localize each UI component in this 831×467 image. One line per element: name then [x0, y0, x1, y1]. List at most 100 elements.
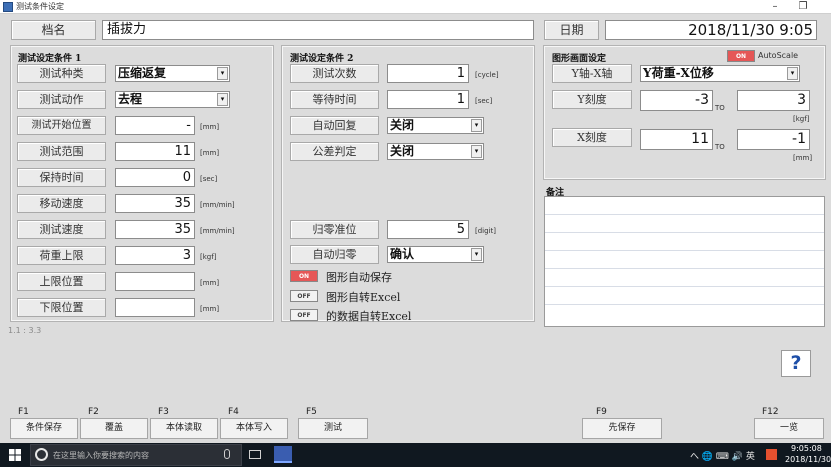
axis-value: Y荷重-X位移: [643, 66, 714, 80]
windows-start-icon[interactable]: [9, 449, 21, 461]
move-speed-input[interactable]: 35: [115, 194, 195, 213]
taskbar-search-box[interactable]: 在这里输入你要搜索的内容: [30, 444, 242, 466]
x-scale-to-input[interactable]: -1: [737, 129, 810, 150]
test-speed-input[interactable]: 35: [115, 220, 195, 239]
notes-rule: [545, 304, 824, 305]
wait-time-unit: [sec]: [475, 97, 493, 105]
minimize-button[interactable]: –: [762, 0, 788, 13]
test-count-input[interactable]: 1: [387, 64, 469, 83]
cond2-label-zero-level: 归零准位: [290, 220, 379, 239]
test-action-value: 去程: [118, 92, 143, 106]
cond2-label-auto-zero: 自动归零: [290, 245, 379, 264]
x-scale-to-label: TO: [715, 143, 725, 151]
cond1-label-upper-position: 上限位置: [17, 272, 106, 291]
graph-to-excel-toggle[interactable]: OFF: [290, 290, 318, 302]
overwrite-button[interactable]: 覆盖: [80, 418, 148, 439]
auto-save-graph-toggle[interactable]: ON: [290, 270, 318, 282]
x-scale-unit: [mm]: [793, 154, 813, 162]
microphone-icon[interactable]: [224, 449, 230, 459]
save-conditions-button[interactable]: 条件保存: [10, 418, 78, 439]
y-scale-unit: [kgf]: [793, 115, 810, 123]
notes-rule: [545, 214, 824, 215]
chevron-down-icon[interactable]: ▾: [471, 145, 482, 158]
cond1-title: 测试设定条件 1: [18, 54, 82, 64]
cond1-label-test-type: 测试种类: [17, 64, 106, 83]
autoscale-label: AutoScale: [758, 51, 799, 60]
version-label: 1.1 : 3.3: [8, 326, 42, 335]
cond1-label-load-limit: 荷重上限: [17, 246, 106, 265]
write-device-button[interactable]: 本体写入: [220, 418, 288, 439]
help-button[interactable]: ?: [781, 350, 811, 377]
test-action-select[interactable]: 去程 ▾: [115, 91, 230, 108]
notes-rule: [545, 268, 824, 269]
chevron-down-icon[interactable]: ▾: [217, 67, 228, 80]
window-titlebar: 测试条件设定 – ❐: [0, 0, 831, 14]
tolerance-value: 关闭: [390, 144, 415, 158]
cond1-label-test-range: 测试范围: [17, 142, 106, 161]
auto-return-select[interactable]: 关闭 ▾: [387, 117, 484, 134]
upper-position-input[interactable]: [115, 272, 195, 291]
test-type-select[interactable]: 压缩返复 ▾: [115, 65, 230, 82]
test-range-input[interactable]: 11: [115, 142, 195, 161]
cond1-label-lower-position: 下限位置: [17, 298, 106, 317]
lower-position-unit: [mm]: [200, 305, 220, 313]
app-taskbar-icon[interactable]: [274, 446, 292, 463]
data-to-excel-label: 的数据自转Excel: [326, 310, 412, 323]
cond2-label-test-count: 测试次数: [290, 64, 379, 83]
fkey-f5: F5: [306, 407, 317, 417]
x-scale-label: X刻度: [552, 128, 632, 147]
fkey-f4: F4: [228, 407, 239, 417]
cond1-label-move-speed: 移动速度: [17, 194, 106, 213]
list-button[interactable]: 一览: [754, 418, 824, 439]
hold-time-input[interactable]: 0: [115, 168, 195, 187]
lower-position-input[interactable]: [115, 298, 195, 317]
app-icon: [3, 2, 13, 12]
fkey-f12: F12: [762, 407, 779, 417]
start-position-unit: [mm]: [200, 123, 220, 131]
name-input[interactable]: 插拔力: [102, 20, 534, 40]
wait-time-input[interactable]: 1: [387, 90, 469, 109]
y-scale-to-label: TO: [715, 104, 725, 112]
cond1-label-test-action: 测试动作: [17, 90, 106, 109]
cortana-icon: [35, 448, 48, 461]
fkey-f1: F1: [18, 407, 29, 417]
autoscale-toggle[interactable]: ON: [727, 50, 755, 62]
test-range-unit: [mm]: [200, 149, 220, 157]
pre-save-button[interactable]: 先保存: [582, 418, 662, 439]
axis-label: Y轴-X轴: [552, 64, 632, 83]
test-button[interactable]: 测试: [298, 418, 368, 439]
auto-zero-select[interactable]: 确认 ▾: [387, 246, 484, 263]
graph-title: 图形画面设定: [552, 54, 607, 64]
task-view-icon[interactable]: [249, 450, 261, 459]
y-scale-label: Y刻度: [552, 90, 632, 109]
auto-zero-value: 确认: [390, 247, 415, 261]
chevron-down-icon[interactable]: ▾: [217, 93, 228, 106]
load-limit-input[interactable]: 3: [115, 246, 195, 265]
y-scale-to-input[interactable]: 3: [737, 90, 810, 111]
notes-textarea[interactable]: [544, 196, 825, 327]
notes-rule: [545, 250, 824, 251]
cond2-label-tolerance: 公差判定: [290, 142, 379, 161]
date-field: 2018/11/30 9:05: [605, 20, 817, 40]
y-scale-from-input[interactable]: -3: [640, 90, 713, 111]
x-scale-from-input[interactable]: 11: [640, 129, 713, 150]
cond2-title: 测试设定条件 2: [290, 54, 354, 64]
tolerance-select[interactable]: 关闭 ▾: [387, 143, 484, 160]
axis-select[interactable]: Y荷重-X位移 ▾: [640, 65, 800, 82]
chevron-down-icon[interactable]: ▾: [787, 67, 798, 80]
data-to-excel-toggle[interactable]: OFF: [290, 309, 318, 321]
test-conditions-2-panel: [281, 45, 535, 322]
chevron-down-icon[interactable]: ▾: [471, 248, 482, 261]
chevron-down-icon[interactable]: ▾: [471, 119, 482, 132]
name-label: 档名: [11, 20, 96, 40]
hold-time-unit: [sec]: [200, 175, 218, 183]
taskbar-search-placeholder: 在这里输入你要搜索的内容: [53, 451, 149, 460]
system-tray-icons[interactable]: へ 🌐 ⌨ 🔊 英: [690, 449, 755, 462]
zero-level-input[interactable]: 5: [387, 220, 469, 239]
notes-rule: [545, 286, 824, 287]
restore-button[interactable]: ❐: [790, 0, 816, 13]
start-position-input[interactable]: -: [115, 116, 195, 135]
read-device-button[interactable]: 本体读取: [150, 418, 218, 439]
tray-app-icon[interactable]: [766, 449, 777, 460]
cond1-label-test-speed: 测试速度: [17, 220, 106, 239]
